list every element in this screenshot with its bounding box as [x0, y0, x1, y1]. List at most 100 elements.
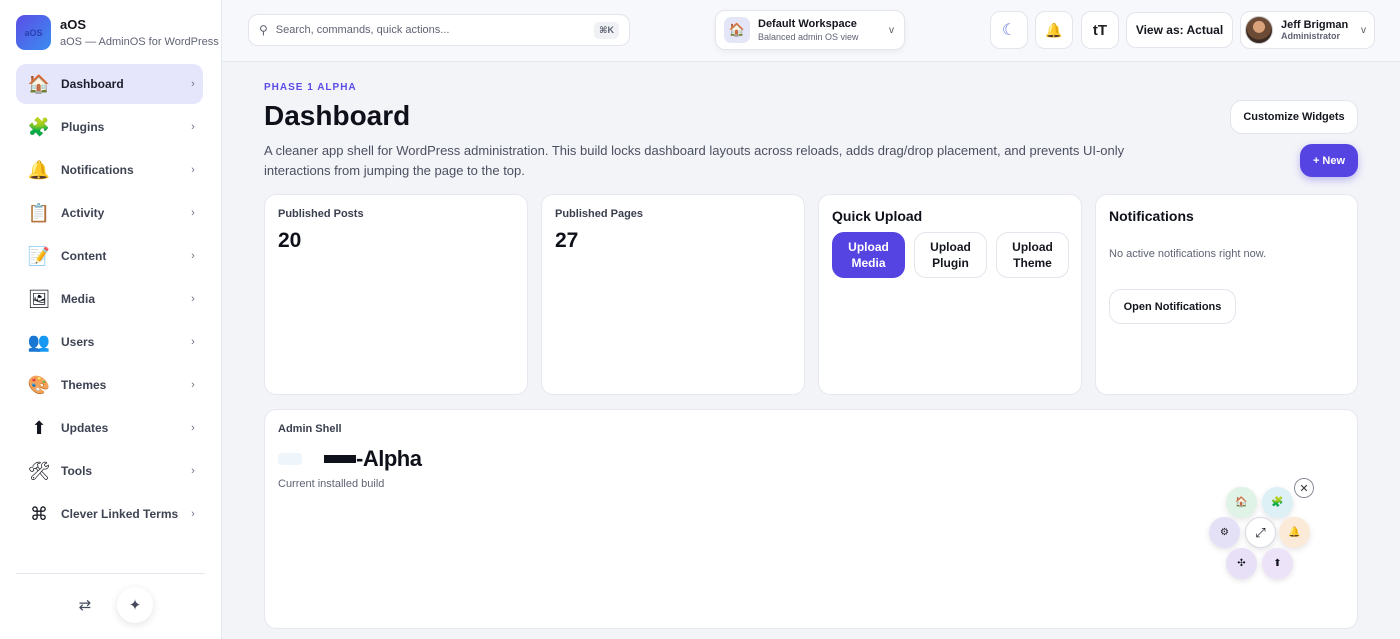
sidebar-item-media[interactable]: 🖼 Media ›	[16, 279, 203, 319]
widget-label: Published Pages	[555, 208, 644, 220]
sparkle-icon[interactable]: ✦	[117, 587, 153, 623]
sidebar-item-plugins[interactable]: 🧩 Plugins ›	[16, 107, 203, 147]
sidebar-item-label: Themes	[61, 378, 107, 392]
chevron-down-icon: v	[889, 25, 894, 36]
radial-plugins-button[interactable]: 🧩	[1262, 487, 1293, 518]
notifications-bell-icon[interactable]: 🔔	[1035, 11, 1073, 49]
search-icon: ⚲	[259, 23, 268, 37]
redacted-bar	[324, 455, 356, 463]
notifications-icon: 🔔	[27, 159, 51, 180]
widget-value: 20	[278, 229, 302, 252]
app-name: aOS	[60, 16, 87, 32]
tools-icon: 🛠	[27, 460, 51, 481]
topbar: ⚲ ⌘K 🏠 Default Workspace Balanced admin …	[222, 0, 1400, 62]
sidebar-item-label: Activity	[61, 206, 105, 220]
search-shortcut-badge: ⌘K	[594, 21, 619, 39]
build-version: -Alpha	[278, 446, 422, 472]
chevron-down-icon: v	[1361, 25, 1366, 36]
media-icon: 🖼	[27, 288, 51, 309]
sidebar: aOS aOS aOS — AdminOS for WordPress 🏠 Das…	[0, 0, 222, 639]
chevron-right-icon: ›	[191, 508, 195, 520]
sidebar-item-dashboard[interactable]: 🏠 Dashboard ›	[16, 64, 203, 104]
sidebar-item-activity[interactable]: 📋 Activity ›	[16, 193, 203, 233]
widget-value: 27	[555, 229, 579, 252]
redacted-block	[278, 453, 302, 465]
sidebar-item-updates[interactable]: ⬆ Updates ›	[16, 408, 203, 448]
workspace-subtitle: Balanced admin OS view	[758, 31, 859, 42]
build-subtitle: Current installed build	[278, 478, 385, 490]
admin-shell-widget[interactable]: Admin Shell -Alpha Current installed bui…	[264, 409, 1358, 629]
widget-label: Admin Shell	[278, 423, 342, 435]
chevron-right-icon: ›	[191, 379, 195, 391]
sidebar-item-label: Dashboard	[61, 77, 124, 91]
version-text: -Alpha	[356, 446, 422, 471]
sidebar-item-users[interactable]: 👥 Users ›	[16, 322, 203, 362]
sidebar-item-label: Clever Linked Terms	[61, 507, 179, 521]
upload-media-button[interactable]: Upload Media	[832, 232, 905, 278]
sidebar-nav: 🏠 Dashboard › 🧩 Plugins › 🔔 Notifications › 📋 Acti…	[16, 64, 203, 537]
sidebar-item-label: Users	[61, 335, 95, 349]
page-description: A cleaner app shell for WordPress admini…	[264, 143, 1125, 178]
sidebar-item-notifications[interactable]: 🔔 Notifications ›	[16, 150, 203, 190]
radial-updates-button[interactable]: ⬆	[1262, 548, 1293, 579]
open-notifications-button[interactable]: Open Notifications	[1109, 289, 1236, 324]
content-icon: 📝	[27, 245, 51, 266]
radial-settings-button[interactable]: ⚙	[1209, 517, 1240, 548]
themes-icon: 🎨	[27, 374, 51, 395]
sidebar-item-themes[interactable]: 🎨 Themes ›	[16, 365, 203, 405]
chevron-right-icon: ›	[191, 121, 195, 133]
search-input[interactable]	[275, 24, 595, 36]
workspace-switcher[interactable]: 🏠 Default Workspace Balanced admin OS vi…	[715, 10, 905, 50]
sidebar-divider	[16, 573, 205, 574]
widget-title: Quick Upload	[832, 208, 923, 224]
sidebar-item-tools[interactable]: 🛠 Tools ›	[16, 451, 203, 491]
customize-widgets-button[interactable]: Customize Widgets	[1230, 100, 1358, 134]
radial-expand-button[interactable]: ⤢	[1245, 517, 1276, 548]
page-title: Dashboard	[264, 100, 411, 131]
chevron-right-icon: ›	[191, 293, 195, 305]
chevron-right-icon: ›	[191, 207, 195, 219]
published-pages-widget[interactable]: Published Pages 27	[541, 194, 805, 395]
brand[interactable]: aOS aOS aOS — AdminOS for WordPress	[16, 15, 219, 50]
radial-move-button[interactable]: ✣	[1226, 548, 1257, 579]
radial-bell-button[interactable]: 🔔	[1279, 517, 1310, 548]
text-size-icon[interactable]: tT	[1081, 11, 1119, 49]
view-as-button[interactable]: View as: Actual	[1126, 12, 1233, 48]
user-name: Jeff Brigman	[1281, 18, 1349, 31]
workspace-title: Default Workspace	[758, 17, 857, 30]
sidebar-item-label: Media	[61, 292, 96, 306]
widget-title: Notifications	[1109, 208, 1194, 224]
chevron-right-icon: ›	[191, 250, 195, 262]
swap-icon[interactable]: ⇄	[67, 587, 103, 623]
plugins-icon: 🧩	[27, 116, 51, 137]
users-icon: 👥	[27, 331, 51, 352]
sidebar-item-label: Updates	[61, 421, 109, 435]
upload-plugin-button[interactable]: Upload Plugin	[914, 232, 987, 278]
chevron-right-icon: ›	[191, 78, 195, 90]
user-menu[interactable]: Jeff Brigman Administrator v	[1240, 11, 1375, 49]
chevron-right-icon: ›	[191, 336, 195, 348]
sidebar-item-label: Notifications	[61, 163, 134, 177]
sidebar-item-content[interactable]: 📝 Content ›	[16, 236, 203, 276]
page-eyebrow: PHASE 1 ALPHA	[264, 82, 357, 93]
chevron-right-icon: ›	[191, 422, 195, 434]
user-role: Administrator	[1281, 30, 1341, 41]
app-subtitle: aOS — AdminOS for WordPress	[60, 35, 219, 48]
dashboard-icon: 🏠	[27, 73, 51, 94]
notifications-empty-text: No active notifications right now.	[1109, 248, 1267, 260]
widget-label: Published Posts	[278, 208, 364, 220]
avatar	[1245, 16, 1273, 44]
activity-icon: 📋	[27, 202, 51, 223]
upload-theme-button[interactable]: Upload Theme	[996, 232, 1069, 278]
close-icon[interactable]: ✕	[1294, 478, 1314, 498]
published-posts-widget[interactable]: Published Posts 20	[264, 194, 528, 395]
search-bar[interactable]: ⚲ ⌘K	[248, 14, 630, 46]
chevron-right-icon: ›	[191, 465, 195, 477]
new-button[interactable]: + New	[1300, 144, 1358, 177]
theme-toggle-moon-icon[interactable]: ☾	[990, 11, 1028, 49]
home-icon: 🏠	[724, 17, 750, 43]
chevron-right-icon: ›	[191, 164, 195, 176]
updates-icon: ⬆	[31, 417, 47, 438]
radial-home-button[interactable]: 🏠	[1226, 487, 1257, 518]
sidebar-item-clever-linked-terms[interactable]: ⌘ Clever Linked Terms ›	[16, 494, 203, 534]
